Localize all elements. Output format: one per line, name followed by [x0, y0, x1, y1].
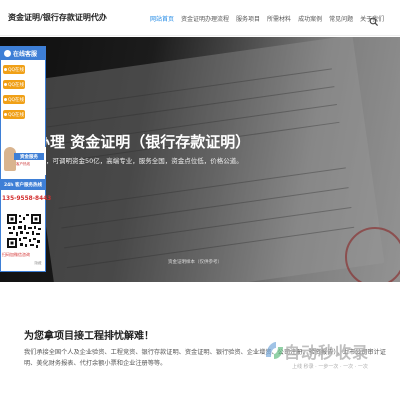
avatar-subtag: 客户热线 [16, 162, 30, 166]
watermark-title: 自动秒收录 [284, 343, 370, 362]
watermark-subtitle: 上线 秒录 · 一步一次 · 一次 · 一次 [292, 364, 368, 370]
watermark-logo-icon [262, 339, 286, 363]
hotline-phone[interactable]: 135-9558-8443 [2, 196, 51, 202]
qr-label: 扫码加微信咨询 [2, 252, 30, 257]
qq-online-button[interactable]: QQ在线 [3, 95, 25, 104]
avatar-tag: 资金服务 [14, 153, 44, 160]
site-logo[interactable]: 资金证明/银行存款证明代办 [8, 12, 107, 23]
qq-online-button[interactable]: QQ在线 [3, 80, 25, 89]
qq-item[interactable]: QQ在线 [3, 108, 43, 121]
nav-item-home[interactable]: 网站首页 [150, 14, 174, 23]
online-service-widget: 在线客服 QQ在线 QQ在线 QQ在线 QQ在线 资金服务 客户热线 24h 客… [0, 46, 51, 272]
hero-title: 业办理 资金证明（银行存款证明） [20, 133, 251, 151]
qq-item[interactable]: QQ在线 [3, 78, 43, 91]
qq-online-button[interactable]: QQ在线 [3, 65, 25, 74]
qq-item[interactable]: QQ在线 [3, 63, 43, 76]
nav-item-materials[interactable]: 所需材料 [267, 14, 291, 23]
service-avatar-box: 资金服务 客户热线 [2, 147, 46, 175]
nav-item-services[interactable]: 服务项目 [236, 14, 260, 23]
widget-title: 在线客服 [13, 51, 38, 58]
qq-item[interactable]: QQ在线 [3, 93, 43, 106]
headset-icon [4, 50, 11, 57]
section-title: 为您拿项目接工程排忧解难！ [24, 331, 154, 342]
nav-item-cases[interactable]: 成功案例 [298, 14, 322, 23]
qq-online-button[interactable]: QQ在线 [3, 110, 25, 119]
wechat-qr-code [6, 213, 42, 249]
hero-banner: 业办理 资金证明（银行存款证明） 十年经验，可调明资金50亿，高端专业，服务全国… [0, 37, 400, 282]
watermark: 自动秒收录 上线 秒录 · 一步一次 · 一次 · 一次 [262, 335, 388, 377]
hero-subtitle: 十年经验，可调明资金50亿，高端专业，服务全国，资金点位低，价格公道。 [20, 157, 243, 165]
qq-list: QQ在线 QQ在线 QQ在线 QQ在线 [1, 60, 45, 121]
search-icon[interactable] [369, 12, 379, 27]
nav-item-faq[interactable]: 常见问题 [329, 14, 353, 23]
hotline-label: 24h 客户服务热线 [1, 179, 45, 190]
hide-widget-button[interactable]: 隐藏 [31, 261, 45, 269]
nav-item-process[interactable]: 资金证明办理流程 [181, 14, 229, 23]
main-nav: 网站首页 资金证明办理流程 服务项目 所需材料 成功案例 常见问题 关于我们 [150, 14, 384, 23]
site-header: 资金证明/银行存款证明代办 网站首页 资金证明办理流程 服务项目 所需材料 成功… [0, 0, 400, 36]
hero-caption: 资金证明样本（仅供参考） [168, 260, 222, 265]
widget-header: 在线客服 [1, 47, 45, 60]
